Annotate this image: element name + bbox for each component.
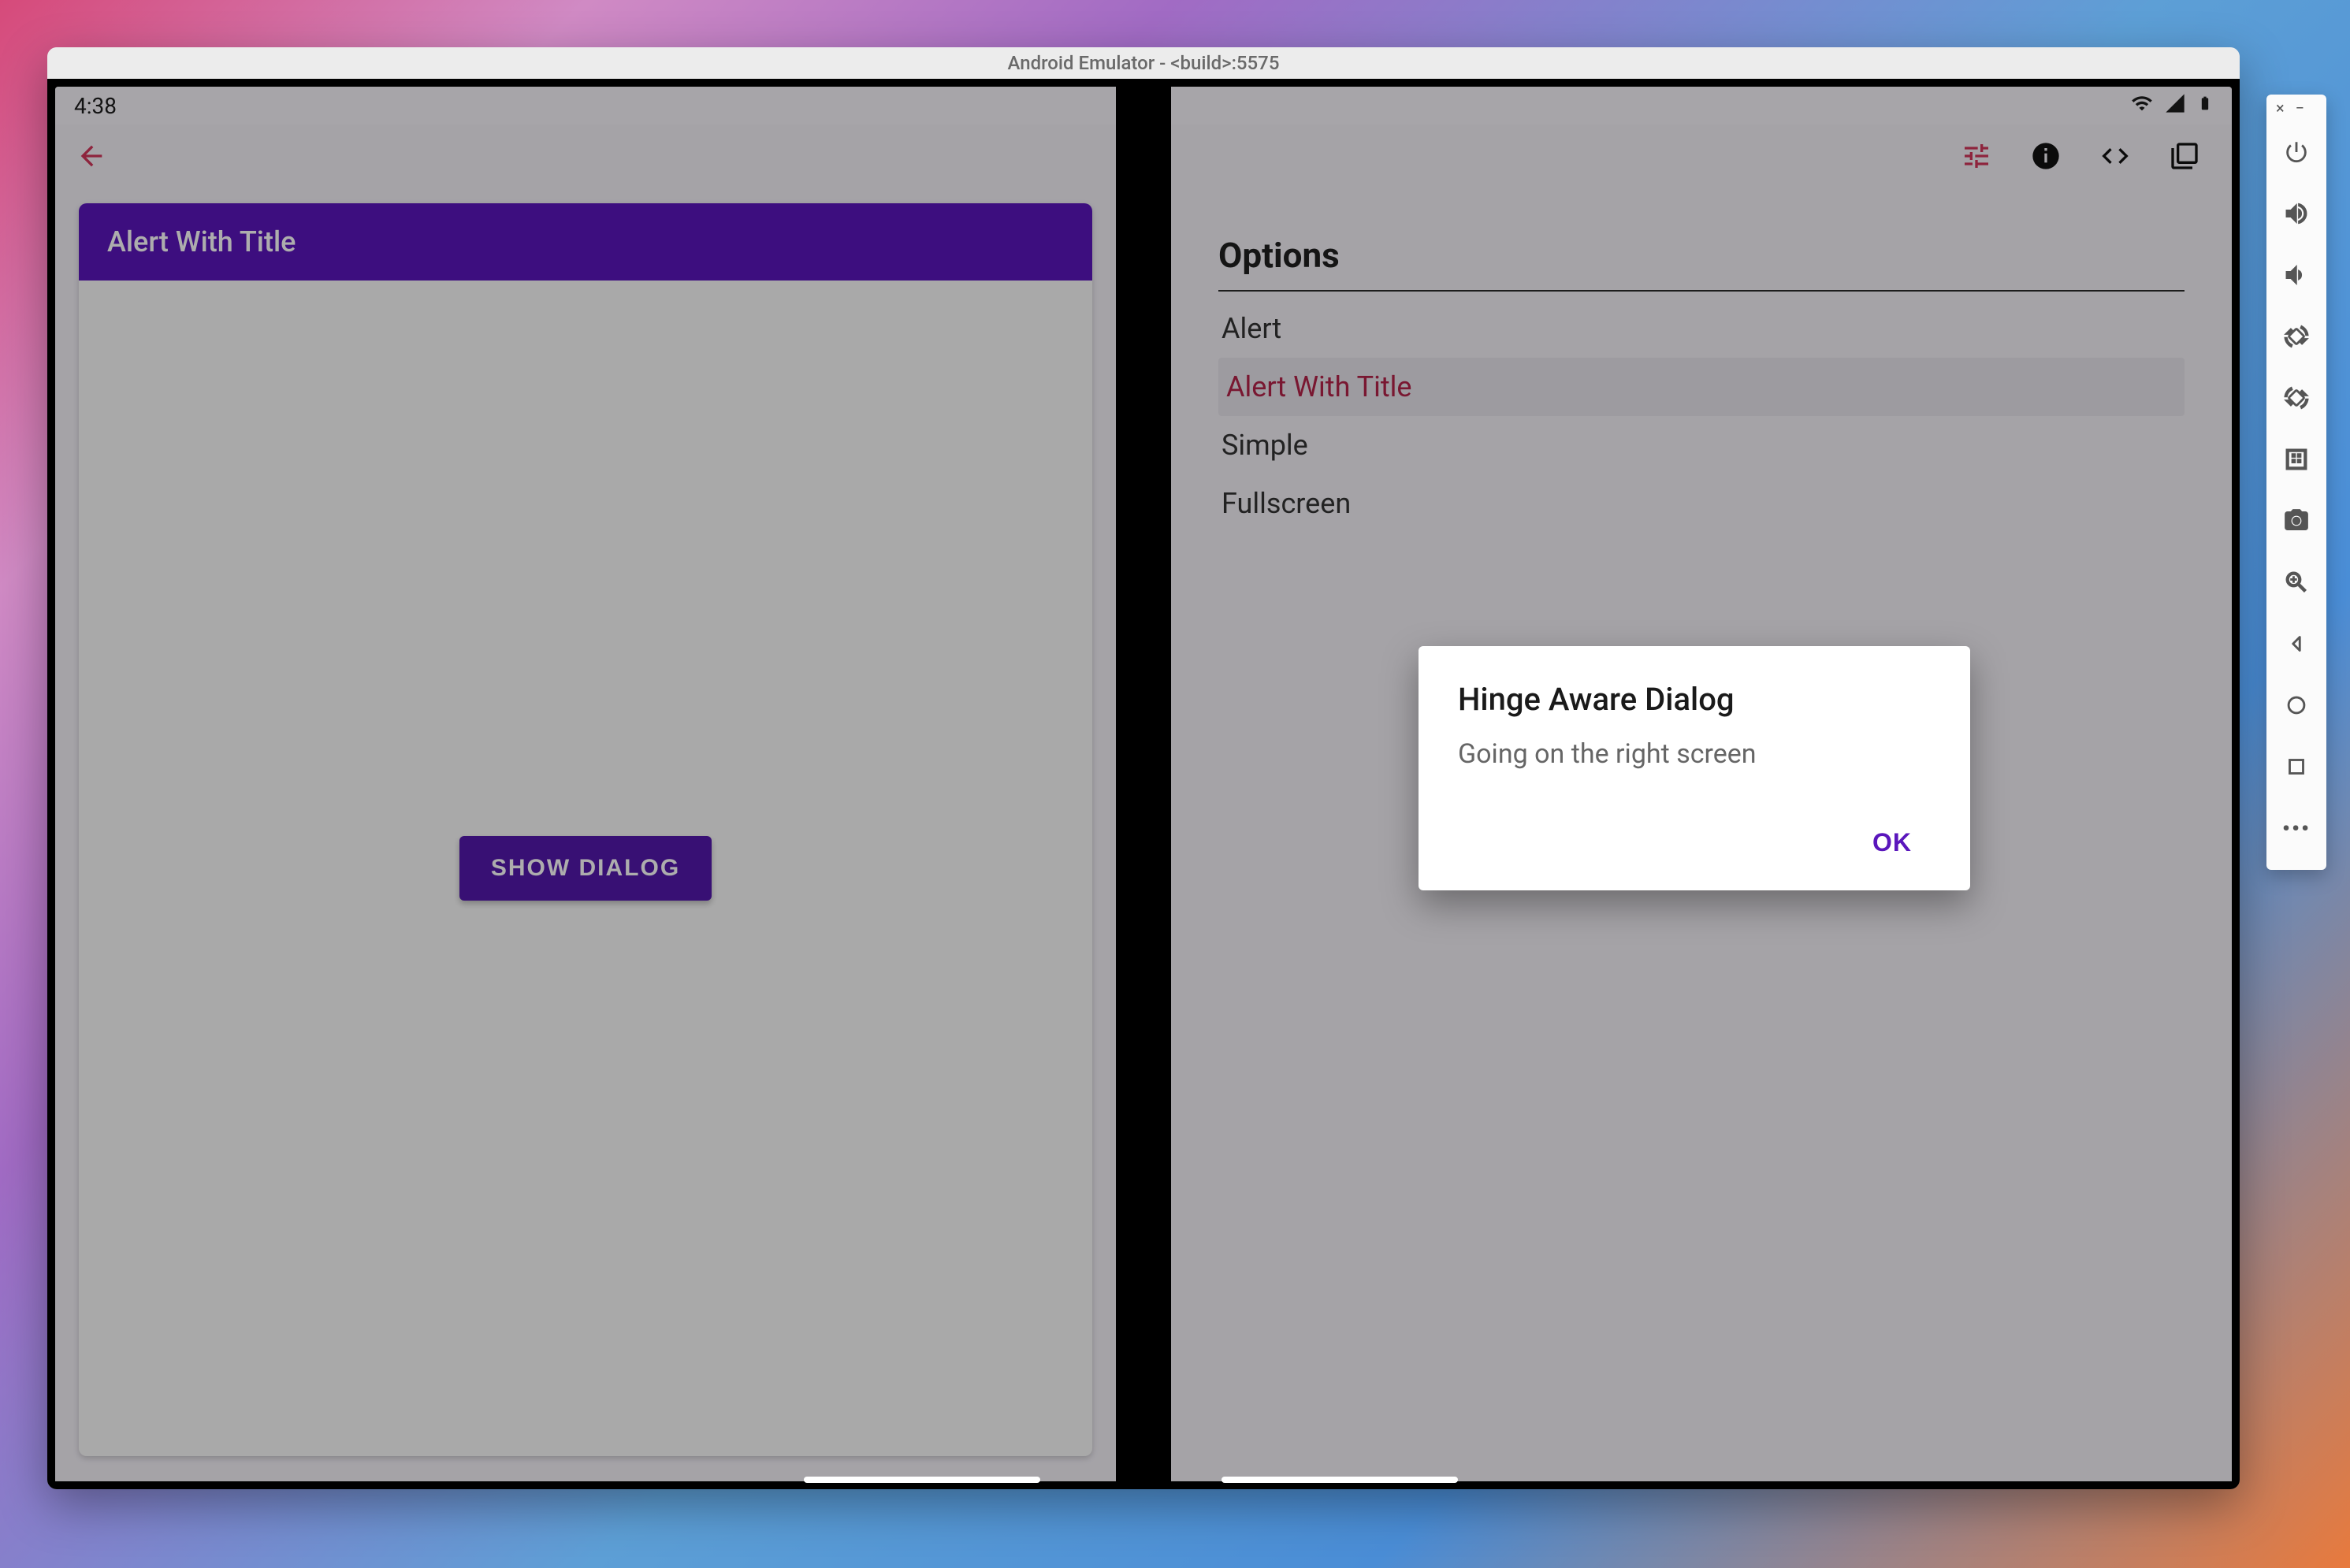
nav-overview-icon[interactable] (2266, 736, 2326, 797)
gesture-bar-left[interactable] (804, 1477, 1040, 1483)
emulator-title: Android Emulator - <build>:5575 (1008, 52, 1280, 74)
gesture-bar-right[interactable] (1221, 1477, 1458, 1483)
emulator-titlebar: Android Emulator - <build>:5575 (47, 47, 2240, 79)
more-icon[interactable]: ••• (2266, 797, 2326, 859)
volume-up-icon[interactable] (2266, 183, 2326, 244)
power-icon[interactable] (2266, 121, 2326, 183)
dialog-actions: OK (1458, 817, 1931, 868)
rotate-right-icon[interactable] (2266, 367, 2326, 429)
rotate-left-icon[interactable] (2266, 306, 2326, 367)
camera-icon[interactable] (2266, 490, 2326, 552)
emulator-window: Android Emulator - <build>:5575 4:38 Ale… (47, 47, 2240, 1489)
toolpanel-minimize-icon[interactable]: − (2296, 98, 2304, 117)
toolpanel-window-controls: × − (2266, 95, 2326, 121)
toolpanel-close-icon[interactable]: × (2276, 98, 2285, 117)
screenshot-gallery-icon[interactable] (2266, 429, 2326, 490)
emulator-tool-panel: × − ••• (2266, 95, 2326, 870)
nav-home-icon[interactable] (2266, 674, 2326, 736)
nav-back-icon[interactable] (2266, 613, 2326, 674)
emulator-device-frame: 4:38 Alert With Title SHOW DIALOG (47, 79, 2240, 1489)
dialog-body: Going on the right screen (1458, 738, 1931, 770)
alert-dialog: Hinge Aware Dialog Going on the right sc… (1419, 646, 1970, 890)
volume-down-icon[interactable] (2266, 244, 2326, 306)
dialog-title: Hinge Aware Dialog (1458, 681, 1931, 718)
dialog-ok-button[interactable]: OK (1854, 817, 1931, 868)
zoom-icon[interactable] (2266, 552, 2326, 613)
